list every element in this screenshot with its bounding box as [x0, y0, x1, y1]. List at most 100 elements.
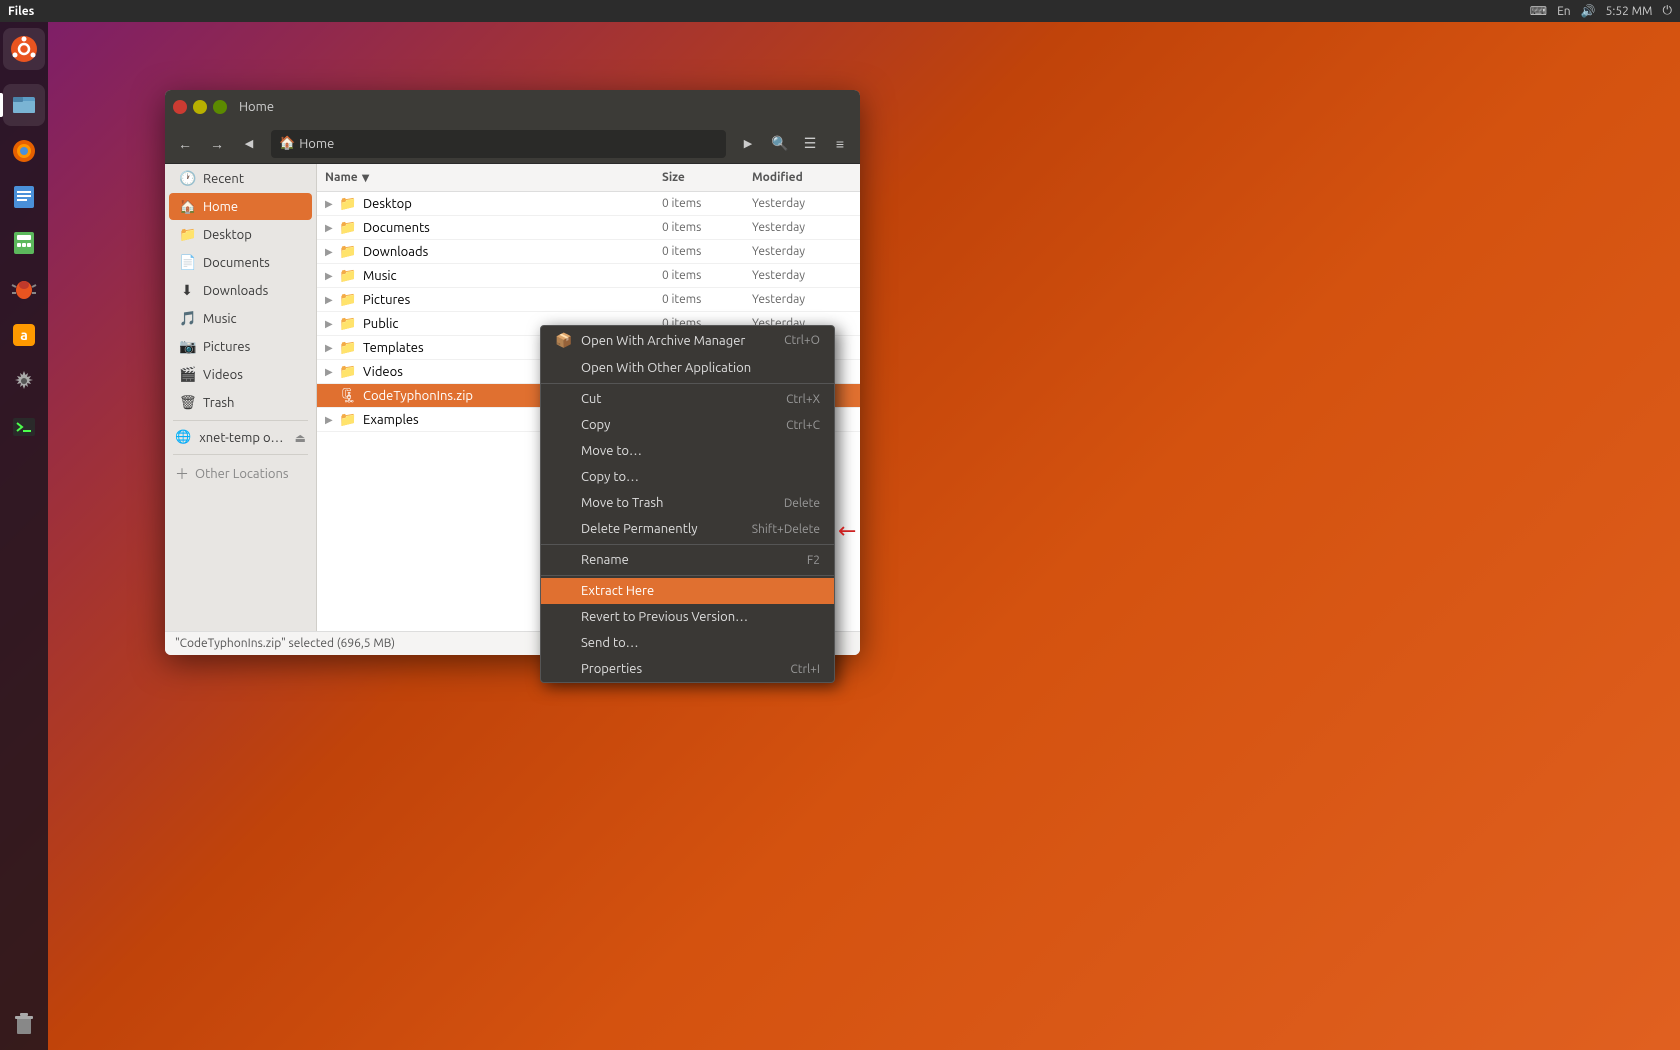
taskbar-files[interactable]: [3, 84, 45, 126]
music-icon: 🎵: [179, 310, 195, 327]
ctx-label: Copy to…: [581, 470, 639, 484]
ctx-label: Revert to Previous Version…: [581, 610, 748, 624]
sidebar-item-downloads[interactable]: ⬇ Downloads: [169, 277, 312, 304]
ctx-item-delete-perm[interactable]: Delete Permanently Shift+Delete: [541, 516, 834, 542]
title-bar: Home: [165, 90, 860, 124]
file-size: 0 items: [662, 221, 752, 234]
ctx-left: Copy to…: [555, 470, 639, 484]
ctx-item-move-to[interactable]: Move to…: [541, 438, 834, 464]
back-button[interactable]: ←: [171, 130, 199, 158]
sidebar-network[interactable]: 🌐 xnet-temp on … ⏏: [165, 425, 316, 450]
videos-label: Videos: [203, 368, 243, 382]
breadcrumb-home: 🏠 Home: [279, 136, 334, 151]
toolbar-right: 🔍 ☰ ≡: [766, 130, 854, 158]
context-menu: 📦 Open With Archive Manager Ctrl+O Open …: [540, 325, 835, 683]
sidebar-item-pictures[interactable]: 📷 Pictures: [169, 333, 312, 360]
file-row[interactable]: ▶ 📁 Downloads 0 items Yesterday: [317, 240, 860, 264]
ctx-left: Delete Permanently: [555, 522, 697, 536]
home-icon: 🏠: [179, 198, 195, 215]
minimize-button[interactable]: [193, 100, 207, 114]
sidebar-item-videos[interactable]: 🎬 Videos: [169, 361, 312, 388]
file-row[interactable]: ▶ 📁 Documents 0 items Yesterday: [317, 216, 860, 240]
ctx-left: Open With Other Application: [555, 361, 751, 375]
other-locations-label: Other Locations: [195, 467, 289, 481]
breadcrumb[interactable]: 🏠 Home: [271, 130, 726, 158]
column-name-label: Name: [325, 171, 358, 184]
ctx-item-open-other[interactable]: Open With Other Application: [541, 355, 834, 381]
file-icon: 📁: [339, 339, 359, 356]
archive-icon: 📦: [555, 332, 573, 349]
power-icon[interactable]: ⏻: [1663, 4, 1673, 18]
ubuntu-icon[interactable]: [3, 28, 45, 70]
sidebar-item-documents[interactable]: 📄 Documents: [169, 249, 312, 276]
file-icon: 📁: [339, 291, 359, 308]
breadcrumb-left-arrow[interactable]: ◀: [235, 130, 263, 158]
other-locations[interactable]: ＋ Other Locations: [165, 459, 316, 489]
ctx-item-cut[interactable]: Cut Ctrl+X: [541, 386, 834, 412]
ctx-divider: [541, 575, 834, 576]
sidebar-item-home[interactable]: 🏠 Home: [169, 193, 312, 220]
column-modified[interactable]: Modified: [752, 171, 852, 184]
documents-label: Documents: [203, 256, 270, 270]
sidebar-item-trash[interactable]: 🗑 Trash: [169, 389, 312, 416]
file-row[interactable]: ▶ 📁 Desktop 0 items Yesterday: [317, 192, 860, 216]
search-button[interactable]: 🔍: [766, 130, 794, 158]
ctx-label: Cut: [581, 392, 601, 406]
file-icon: 🗜: [339, 387, 359, 404]
ctx-item-open-archive[interactable]: 📦 Open With Archive Manager Ctrl+O: [541, 326, 834, 355]
toolbar: ← → ◀ 🏠 Home ▶ 🔍 ☰ ≡: [165, 124, 860, 164]
sidebar-item-music[interactable]: 🎵 Music: [169, 305, 312, 332]
ctx-item-move-to-trash[interactable]: Move to Trash Delete: [541, 490, 834, 516]
ctx-item-extract-here[interactable]: Extract Here: [541, 578, 834, 604]
downloads-label: Downloads: [203, 284, 268, 298]
sidebar-item-recent[interactable]: 🕐 Recent: [169, 165, 312, 192]
expand-arrow: ▶: [325, 246, 339, 258]
close-button[interactable]: [173, 100, 187, 114]
ctx-divider: [541, 383, 834, 384]
ctx-left: Send to…: [555, 636, 639, 650]
file-row[interactable]: ▶ 📁 Pictures 0 items Yesterday: [317, 288, 860, 312]
ctx-item-properties[interactable]: Properties Ctrl+I: [541, 656, 834, 682]
ctx-item-revert[interactable]: Revert to Previous Version…: [541, 604, 834, 630]
maximize-button[interactable]: [213, 100, 227, 114]
column-name[interactable]: Name ▼: [325, 171, 662, 184]
ctx-item-copy[interactable]: Copy Ctrl+C: [541, 412, 834, 438]
expand-arrow: ▶: [325, 342, 339, 354]
taskbar-text[interactable]: [3, 176, 45, 218]
file-size: 0 items: [662, 269, 752, 282]
forward-button[interactable]: →: [203, 130, 231, 158]
ctx-left: Extract Here: [555, 584, 654, 598]
keyboard-icon[interactable]: ⌨: [1530, 4, 1547, 18]
taskbar-terminal[interactable]: [3, 406, 45, 448]
taskbar-amazon[interactable]: a: [3, 314, 45, 356]
taskbar-firefox[interactable]: [3, 130, 45, 172]
menu-button[interactable]: ≡: [826, 130, 854, 158]
status-text: "CodeTyphonIns.zip" selected (696,5 MB): [175, 637, 395, 650]
taskbar-trash-bottom[interactable]: [3, 1002, 45, 1044]
ctx-left: Move to Trash: [555, 496, 663, 510]
taskbar-settings[interactable]: [3, 360, 45, 402]
ctx-left: Copy: [555, 418, 610, 432]
view-toggle-button[interactable]: ☰: [796, 130, 824, 158]
taskbar-calc[interactable]: [3, 222, 45, 264]
lang-indicator[interactable]: En: [1557, 5, 1571, 18]
file-icon: 📁: [339, 243, 359, 260]
documents-icon: 📄: [179, 254, 195, 271]
file-row[interactable]: ▶ 📁 Music 0 items Yesterday: [317, 264, 860, 288]
ctx-item-rename[interactable]: Rename F2: [541, 547, 834, 573]
breadcrumb-right-arrow[interactable]: ▶: [734, 130, 762, 158]
ctx-item-send-to[interactable]: Send to…: [541, 630, 834, 656]
ctx-item-copy-to[interactable]: Copy to…: [541, 464, 834, 490]
column-size[interactable]: Size: [662, 171, 752, 184]
sidebar-item-desktop[interactable]: 📁 Desktop: [169, 221, 312, 248]
expand-arrow: ▶: [325, 366, 339, 378]
taskbar-bug[interactable]: [3, 268, 45, 310]
ctx-left: Rename: [555, 553, 629, 567]
ctx-shortcut: Delete: [784, 497, 820, 510]
eject-icon[interactable]: ⏏: [295, 431, 306, 445]
ctx-shortcut: Ctrl+I: [790, 663, 820, 676]
ctx-label: Delete Permanently: [581, 522, 697, 536]
volume-icon[interactable]: 🔊: [1581, 4, 1596, 18]
recent-label: Recent: [203, 172, 244, 186]
sidebar: 🕐 Recent 🏠 Home 📁 Desktop 📄 Documents ⬇ …: [165, 164, 317, 631]
